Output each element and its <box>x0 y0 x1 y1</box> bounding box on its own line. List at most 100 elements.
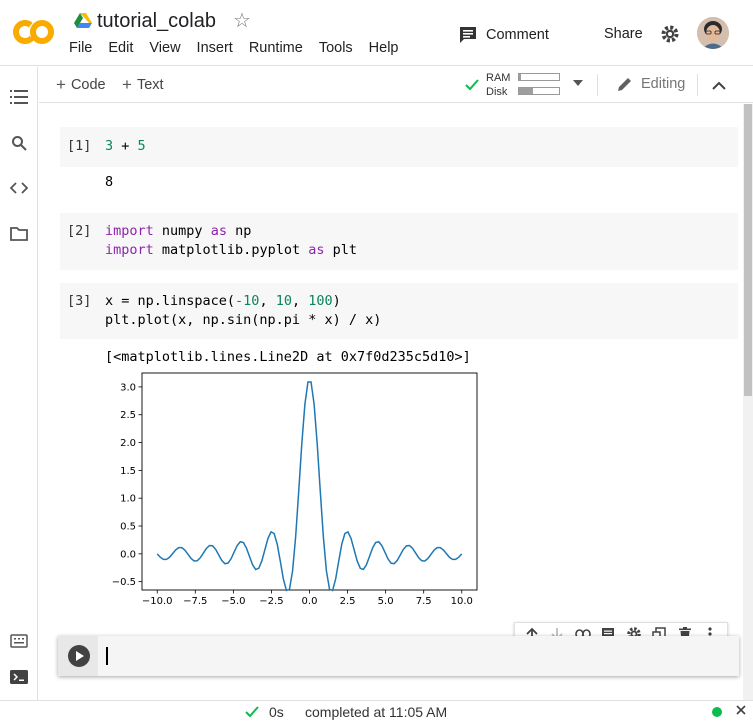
menu-view[interactable]: View <box>141 40 188 56</box>
y-tick-label: 2.0 <box>120 438 136 449</box>
code-snippets-icon[interactable] <box>9 178 29 198</box>
execution-count: [2] <box>67 223 92 239</box>
run-cell-play-icon[interactable] <box>68 645 90 667</box>
toolbar-divider <box>697 74 698 96</box>
comment-label: Comment <box>486 27 549 43</box>
code-token: import <box>105 223 154 239</box>
y-tick-label: 3.0 <box>120 382 136 393</box>
code-token: plt <box>324 242 357 258</box>
active-code-cell[interactable] <box>58 636 739 676</box>
text-cursor <box>106 647 108 665</box>
code-line: plt.plot(x, np.sin(np.pi * x) / x) <box>105 311 381 330</box>
code-token: np <box>226 223 252 239</box>
code-token: numpy <box>153 223 211 239</box>
menu-help[interactable]: Help <box>361 40 407 56</box>
editing-mode-button[interactable]: Editing <box>617 76 685 92</box>
code-token: 100 <box>308 293 333 309</box>
code-token: 3 <box>105 138 114 154</box>
x-tick-label: −2.5 <box>259 596 283 607</box>
code-token: import <box>105 242 154 258</box>
code-cell-1[interactable] <box>60 127 738 167</box>
menu-insert[interactable]: Insert <box>189 40 241 56</box>
code-block[interactable]: x = np.linspace(-10, 10, 100) plt.plot(x,… <box>105 292 381 330</box>
disk-usage-bar <box>518 87 560 95</box>
code-token: , <box>259 293 276 309</box>
status-bar: 0s completed at 11:05 AM <box>0 700 753 722</box>
matplotlib-line-plot: −10.0 −7.5 −5.0 −2.5 0.0 2.5 5.0 7.5 10.0 −0.5 0.0… <box>112 372 478 607</box>
y-tick-label: −0.5 <box>112 577 136 588</box>
pencil-icon <box>617 76 633 92</box>
header: tutorial_colab ☆ File Edit View Insert R… <box>0 0 753 66</box>
code-token: matplotlib.pyplot <box>153 242 309 258</box>
code-line: import matplotlib.pyplot as plt <box>105 241 357 260</box>
execution-completed-time[interactable]: completed at 11:05 AM <box>305 704 447 720</box>
collapse-chevron-up-icon[interactable] <box>712 78 726 92</box>
x-tick-label: 0.0 <box>302 596 318 607</box>
add-text-button[interactable]: + Text <box>122 76 164 93</box>
resources-dropdown-arrow-icon[interactable] <box>573 80 583 86</box>
y-tick-label: 0.5 <box>120 522 136 533</box>
execution-count: [1] <box>67 138 92 154</box>
colab-logo[interactable] <box>12 14 56 50</box>
notebook-toolbar: + Code + Text RAM Disk Editing <box>39 67 753 103</box>
table-of-contents-icon[interactable] <box>9 87 29 107</box>
user-avatar[interactable] <box>697 17 729 49</box>
menu-tools[interactable]: Tools <box>311 40 361 56</box>
comment-icon <box>459 26 477 44</box>
toolbar-divider <box>597 74 598 96</box>
share-button[interactable]: Share <box>604 26 643 42</box>
disk-label: Disk <box>486 86 508 98</box>
x-tick-label: −10.0 <box>142 596 173 607</box>
x-tick-label: 2.5 <box>340 596 356 607</box>
code-token: + <box>113 138 138 154</box>
execution-duration: 0s <box>269 704 284 720</box>
plus-icon: + <box>56 75 66 94</box>
code-token: plt.plot(x, np.sin(np.pi * x) / x) <box>105 312 382 328</box>
add-text-label: Text <box>136 76 164 93</box>
terminal-icon[interactable] <box>9 667 29 687</box>
code-line[interactable]: 3 + 5 <box>105 137 146 156</box>
editing-label: Editing <box>641 76 686 92</box>
add-code-label: Code <box>70 76 106 93</box>
menu-file[interactable]: File <box>61 40 100 56</box>
cell-output-text: 8 <box>105 174 114 190</box>
y-tick-label: 1.5 <box>120 466 136 477</box>
execution-success-check-icon <box>244 704 260 720</box>
command-palette-icon[interactable] <box>9 631 29 651</box>
code-line: x = np.linspace(-10, 10, 100) <box>105 292 381 311</box>
comment-button[interactable]: Comment <box>459 24 549 46</box>
x-tick-label: 5.0 <box>378 596 394 607</box>
execution-count: [3] <box>67 293 92 309</box>
menu-runtime[interactable]: Runtime <box>241 40 311 56</box>
disk-usage-fill <box>519 88 533 94</box>
runtime-connected-indicator <box>712 707 722 717</box>
resource-monitor[interactable]: RAM Disk <box>486 71 510 99</box>
settings-gear-icon[interactable] <box>659 23 681 45</box>
ram-usage-fill <box>519 74 521 80</box>
notebook-title[interactable]: tutorial_colab <box>97 10 216 33</box>
plus-icon: + <box>122 75 132 94</box>
files-folder-icon[interactable] <box>9 224 29 244</box>
y-tick-label: 2.5 <box>120 410 136 421</box>
code-token: ) <box>332 293 341 309</box>
menu-edit[interactable]: Edit <box>100 40 141 56</box>
star-icon[interactable]: ☆ <box>233 11 251 31</box>
cell-output-text: [<matplotlib.lines.Line2D at 0x7f0d235c5… <box>105 349 471 365</box>
notebook-scrollbar-thumb[interactable] <box>744 104 752 396</box>
add-code-button[interactable]: + Code <box>56 76 106 93</box>
code-token: as <box>210 223 227 239</box>
x-tick-label: −7.5 <box>183 596 207 607</box>
plot-axes-frame <box>141 372 478 591</box>
ram-usage-bar <box>518 73 560 81</box>
ram-label: RAM <box>486 72 511 84</box>
code-line: import numpy as np <box>105 222 357 241</box>
code-token: 10 <box>275 293 292 309</box>
connected-check-icon[interactable] <box>464 77 480 93</box>
x-tick-label: 10.0 <box>451 596 473 607</box>
x-tick-label: 7.5 <box>416 596 432 607</box>
search-icon[interactable] <box>9 133 29 153</box>
close-status-icon[interactable] <box>735 704 747 716</box>
google-drive-icon <box>74 13 92 29</box>
code-token: x = np.linspace( <box>105 293 236 309</box>
code-block[interactable]: import numpy as np import matplotlib.pypl… <box>105 222 357 260</box>
